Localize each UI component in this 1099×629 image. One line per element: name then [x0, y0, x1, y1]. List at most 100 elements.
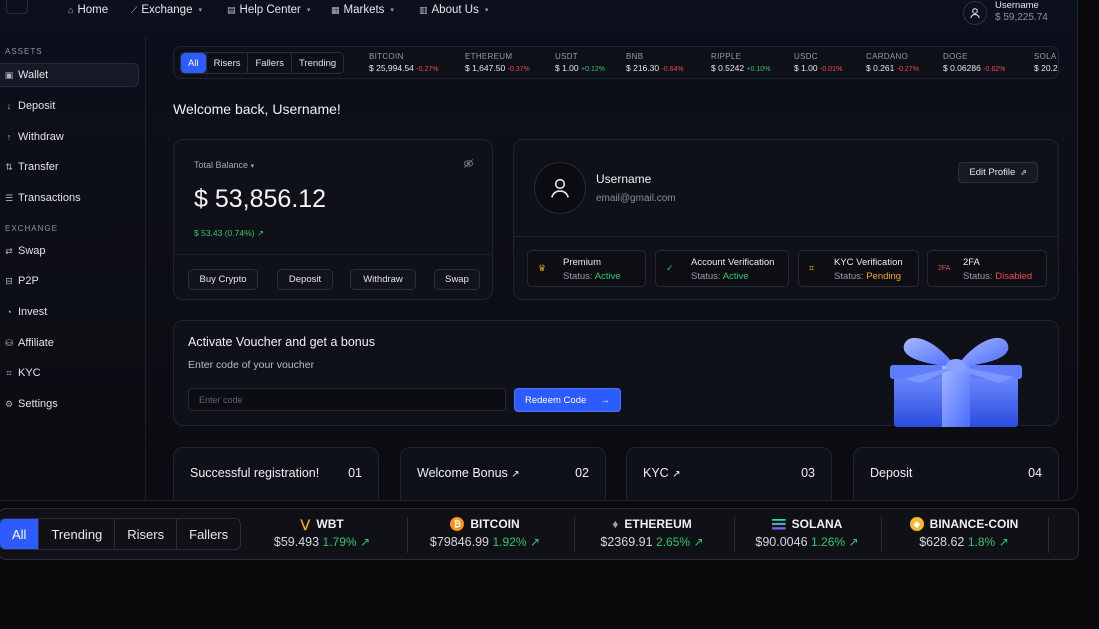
divider: [574, 517, 575, 553]
scan-icon: ⌗: [809, 263, 815, 273]
tab-risers[interactable]: Risers: [205, 53, 248, 73]
sidebar-item-withdraw[interactable]: ↑ Withdraw: [0, 125, 139, 149]
divider: [514, 236, 1058, 237]
tab-fallers[interactable]: Fallers: [247, 53, 291, 73]
app-window: ⌂ Home ⟋ Exchange ▾ ▤ Help Center ▾ ▦ Ma…: [0, 0, 1078, 501]
info-icon: ▥: [419, 4, 428, 15]
ticker-coin-ethereum[interactable]: ETHEREUM $ 1,647.50 -0.37%: [465, 52, 530, 73]
voucher-code-input[interactable]: [188, 388, 506, 411]
ticker-coin-usdc[interactable]: USDC $ 1.00 -0.01%: [794, 52, 842, 73]
ticker-coin-bnb[interactable]: BNB $ 216.30 -0.64%: [626, 52, 684, 73]
nav-help-center[interactable]: ▤ Help Center ▾: [227, 4, 310, 16]
sidebar-section-assets: ASSETS: [5, 47, 43, 56]
bottom-coin-solana[interactable]: SOLANA $90.0046 1.26% ↗: [742, 517, 872, 549]
sidebar-item-transactions[interactable]: ☰ Transactions: [0, 186, 139, 210]
2fa-icon: 2FA: [938, 265, 951, 272]
step-card-kyc[interactable]: KYC ↗ 03: [626, 447, 832, 500]
price-ticker: All Risers Fallers Trending BITCOIN $ 25…: [173, 46, 1059, 79]
nav-about-us[interactable]: ▥ About Us ▾: [419, 4, 488, 16]
bitcoin-icon: ₿: [450, 517, 465, 531]
bottom-coin-ethereum[interactable]: ♦ ETHEREUM $2369.91 2.65% ↗: [582, 517, 722, 549]
user-icon: [963, 0, 987, 25]
binance-icon: ◆: [909, 517, 924, 531]
ticker-coin-solana[interactable]: SOLA $ 20.2: [1034, 52, 1058, 73]
sidebar-item-kyc[interactable]: ⌗ KYC: [0, 361, 139, 385]
total-balance-dropdown[interactable]: Total Balance ▾: [194, 160, 254, 170]
tab-trending[interactable]: Trending: [291, 53, 343, 73]
grid-icon: ▦: [331, 4, 340, 15]
arrow-up-right-icon: ↗: [256, 228, 264, 238]
tab-trending[interactable]: Trending: [38, 519, 114, 549]
eye-off-icon[interactable]: [463, 158, 474, 172]
p2p-icon: ⊟: [5, 275, 13, 286]
divider: [174, 254, 492, 255]
bottom-ticker-tabs: All Trending Risers Fallers: [0, 518, 242, 550]
bottom-coin-binance[interactable]: ◆ BINANCE-COIN $628.62 1.8% ↗: [894, 517, 1034, 549]
chevron-down-icon: ▾: [250, 163, 255, 170]
balance-amount: $ 53,856.12: [194, 185, 327, 213]
ethereum-icon: ♦: [612, 517, 619, 531]
sidebar-item-settings[interactable]: ⚙ Settings: [0, 392, 139, 416]
logo[interactable]: [6, 0, 28, 14]
profile-name: Username: [596, 172, 652, 186]
sidebar-item-deposit[interactable]: ↓ Deposit: [0, 94, 139, 118]
step-card-registration[interactable]: Successful registration! 01: [173, 447, 379, 500]
step-card-deposit[interactable]: Deposit 04: [853, 447, 1059, 500]
user-balance: $ 59,225.74: [995, 12, 1048, 23]
sidebar-item-affiliate[interactable]: ⛁ Affiliate: [0, 331, 139, 355]
ticker-coin-ripple[interactable]: RIPPLE $ 0.5242 +0.10%: [711, 52, 770, 73]
welcome-heading: Welcome back, Username!: [173, 101, 341, 117]
ticker-coin-usdt[interactable]: USDT $ 1.00 +0.12%: [555, 52, 605, 73]
sidebar-item-invest[interactable]: ◔ Invest: [0, 300, 139, 324]
transfer-icon: ⇅: [5, 161, 13, 172]
divider: [881, 517, 882, 553]
buy-crypto-button[interactable]: Buy Crypto: [188, 269, 258, 290]
sidebar-item-p2p[interactable]: ⊟ P2P: [0, 269, 139, 293]
divider: [1048, 517, 1049, 553]
nav-exchange[interactable]: ⟋ Exchange ▾: [131, 4, 202, 16]
ticker-coin-cardano[interactable]: CARDANO $ 0.261 -0.27%: [866, 52, 919, 73]
edit-profile-button[interactable]: Edit Profile ⇗: [958, 162, 1038, 183]
status-kyc-verification: ⌗ KYC Verification Status: Pending: [798, 250, 919, 287]
wallet-icon: ▣: [4, 69, 14, 80]
chart-line-icon: ⟋: [131, 4, 138, 15]
bottom-coin-wbt[interactable]: ⋁ WBT $59.493 1.79% ↗: [261, 517, 383, 549]
redeem-code-button[interactable]: Redeem Code →: [514, 388, 621, 412]
check-icon: ✓: [666, 263, 674, 273]
sidebar-item-transfer[interactable]: ⇅ Transfer: [0, 155, 139, 179]
arrow-up-right-icon: ↗: [530, 535, 541, 549]
nav-markets[interactable]: ▦ Markets ▾: [331, 4, 394, 16]
home-icon: ⌂: [68, 5, 74, 15]
sidebar-item-swap[interactable]: ⇄ Swap: [0, 239, 139, 263]
arrow-up-right-icon: ↗: [672, 469, 681, 480]
bottom-coin-bitcoin[interactable]: ₿ BITCOIN $79846.99 1.92% ↗: [415, 517, 555, 549]
withdraw-button[interactable]: Withdraw: [350, 269, 416, 290]
chevron-down-icon: ▾: [484, 7, 489, 14]
scan-icon: ⌗: [6, 367, 12, 378]
user-menu[interactable]: Username $ 59,225.74: [963, 0, 1048, 25]
tab-fallers[interactable]: Fallers: [176, 519, 240, 549]
top-nav: ⌂ Home ⟋ Exchange ▾ ▤ Help Center ▾ ▦ Ma…: [0, 0, 1077, 30]
nav-home[interactable]: ⌂ Home: [68, 4, 108, 16]
arrow-up-right-icon: ↗: [511, 469, 520, 480]
status-account-verification: ✓ Account Verification Status: Active: [655, 250, 789, 287]
arrow-up-icon: ↑: [6, 132, 12, 142]
sidebar-item-wallet[interactable]: ▣ Wallet: [0, 63, 139, 87]
tab-all[interactable]: All: [0, 519, 39, 549]
swap-button[interactable]: Swap: [434, 269, 480, 290]
affiliate-icon: ⛁: [5, 337, 13, 348]
ticker-tabs: All Risers Fallers Trending: [180, 52, 345, 74]
arrow-up-right-icon: ↗: [848, 535, 859, 549]
profile-email: email@gmail.com: [596, 193, 676, 204]
voucher-subtitle: Enter code of your voucher: [188, 359, 315, 371]
step-card-welcome-bonus[interactable]: Welcome Bonus ↗ 02: [400, 447, 606, 500]
ticker-coin-bitcoin[interactable]: BITCOIN $ 25,994.54 -0.27%: [369, 52, 438, 73]
tab-risers[interactable]: Risers: [114, 519, 176, 549]
wbt-icon: ⋁: [300, 517, 311, 531]
solana-icon: [771, 518, 786, 530]
sidebar-section-exchange: EXCHANGE: [5, 224, 58, 233]
bottom-ticker: All Trending Risers Fallers ⋁ WBT $59.493…: [0, 508, 1079, 560]
tab-all[interactable]: All: [181, 53, 206, 73]
deposit-button[interactable]: Deposit: [277, 269, 333, 290]
ticker-coin-doge[interactable]: DOGE $ 0.06286 -0.62%: [943, 52, 1005, 73]
